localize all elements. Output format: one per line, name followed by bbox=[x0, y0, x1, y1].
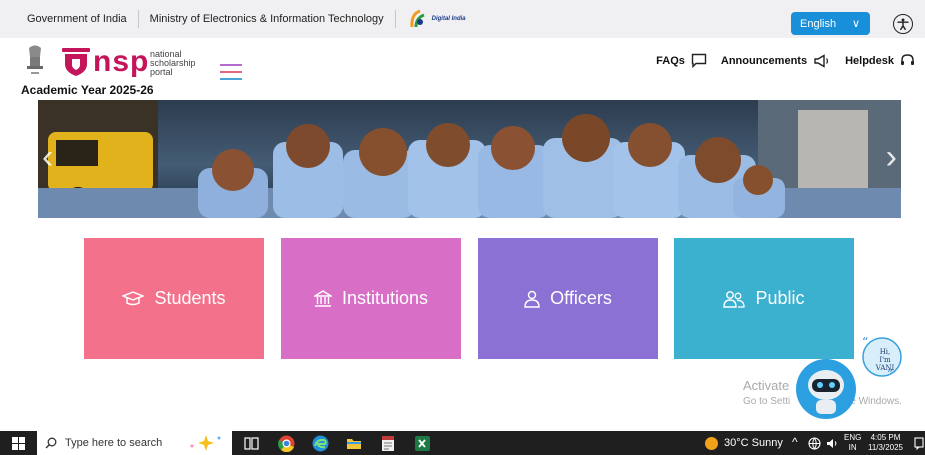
language-select[interactable]: English ∨ bbox=[791, 12, 870, 35]
activate-line2a: Go to Setti bbox=[743, 396, 791, 407]
chat-bubble-icon bbox=[691, 53, 707, 68]
carousel-next-icon[interactable]: › bbox=[886, 140, 897, 174]
chrome-icon[interactable] bbox=[278, 435, 295, 452]
hero-banner-carousel: ‹ › bbox=[38, 100, 901, 218]
user-icon bbox=[524, 290, 540, 308]
search-icon bbox=[45, 437, 57, 449]
clock-date: 11/3/2025 bbox=[868, 443, 903, 452]
announcements-label: Announcements bbox=[720, 54, 808, 67]
divider bbox=[137, 10, 139, 28]
header-links: FAQs Announcements Helpdesk bbox=[656, 53, 915, 68]
announcements-link[interactable]: Announcements bbox=[720, 53, 831, 68]
helpdesk-link[interactable]: Helpdesk bbox=[845, 53, 915, 68]
children-group bbox=[198, 114, 785, 218]
digital-india-logo[interactable]: Digital India bbox=[407, 8, 466, 30]
windows-start-icon[interactable] bbox=[12, 437, 25, 450]
input-language-indicator[interactable]: ENG IN bbox=[844, 433, 861, 453]
hamburger-line bbox=[220, 71, 242, 73]
lang-eng: ENG bbox=[844, 433, 862, 442]
excel-icon[interactable] bbox=[414, 435, 431, 452]
brand-sub-portal: portal bbox=[150, 67, 173, 77]
hamburger-line bbox=[220, 64, 242, 66]
sparkle-highlight-icon[interactable] bbox=[186, 433, 226, 453]
graduation-cap-icon bbox=[122, 290, 145, 305]
chevron-down-icon: ∨ bbox=[851, 18, 860, 30]
tile-institutions[interactable]: Institutions bbox=[281, 238, 461, 359]
faqs-label: FAQs bbox=[656, 54, 685, 67]
headset-icon bbox=[901, 54, 914, 65]
helpdesk-label: Helpdesk bbox=[845, 54, 894, 67]
users-group-icon bbox=[723, 290, 746, 308]
banner-photo bbox=[38, 100, 901, 218]
search-placeholder: Type here to search bbox=[65, 437, 163, 449]
carousel-prev-icon[interactable]: ‹ bbox=[42, 140, 53, 174]
chatbot-greeting-name: I'm VANI bbox=[875, 356, 895, 372]
faqs-link[interactable]: FAQs bbox=[656, 53, 707, 68]
task-view-icon[interactable] bbox=[244, 436, 259, 451]
tile-officers-label: Officers bbox=[550, 288, 612, 308]
menu-hamburger-icon[interactable] bbox=[220, 64, 242, 82]
weather-text[interactable]: 30°C Sunny bbox=[724, 437, 783, 449]
digital-india-text: Digital India bbox=[431, 16, 466, 22]
edge-icon[interactable] bbox=[312, 435, 329, 452]
windows-taskbar: Type here to search 30°C Sunny ^ ENG IN … bbox=[0, 431, 925, 455]
volume-icon[interactable] bbox=[826, 437, 839, 450]
tile-public-label: Public bbox=[755, 288, 805, 308]
lang-in: IN bbox=[848, 443, 857, 452]
chatbot-greeting-hi: Hi, bbox=[879, 348, 891, 356]
national-emblem-icon bbox=[27, 45, 43, 74]
tray-chevron-up-icon[interactable]: ^ bbox=[792, 435, 798, 449]
tile-institutions-label: Institutions bbox=[341, 288, 429, 308]
svg-text:“: “ bbox=[862, 336, 868, 349]
ministry-link[interactable]: Ministry of Electronics & Information Te… bbox=[150, 13, 384, 25]
institution-icon bbox=[313, 289, 332, 307]
weather-sun-icon bbox=[705, 437, 718, 450]
nsp-logo-text[interactable]: nsp bbox=[93, 47, 149, 77]
file-explorer-icon[interactable] bbox=[346, 436, 362, 451]
nsp-logo-subtitle: national scholarship portal bbox=[150, 50, 196, 77]
network-globe-icon[interactable] bbox=[808, 437, 821, 450]
accessibility-icon[interactable] bbox=[893, 14, 913, 34]
notification-icon[interactable] bbox=[914, 437, 924, 450]
language-value: English bbox=[800, 17, 837, 30]
taskbar-clock[interactable]: 4:05 PM 11/3/2025 bbox=[868, 433, 903, 453]
nsp-shield-icon[interactable] bbox=[62, 48, 90, 76]
tile-officers[interactable]: Officers bbox=[478, 238, 658, 359]
digital-india-icon bbox=[410, 9, 425, 28]
vani-chatbot[interactable]: “ ” Hi, I'm VANI bbox=[794, 335, 906, 428]
divider bbox=[394, 10, 396, 28]
academic-year: Academic Year 2025-26 bbox=[21, 83, 154, 97]
gov-link[interactable]: Government of India bbox=[0, 13, 127, 25]
tile-students-label: Students bbox=[154, 288, 226, 308]
site-header: nsp national scholarship portal Academic… bbox=[0, 38, 925, 100]
megaphone-icon bbox=[814, 53, 829, 68]
tile-students[interactable]: Students bbox=[84, 238, 264, 359]
gov-topbar: Government of India Ministry of Electron… bbox=[0, 0, 925, 38]
document-app-icon[interactable] bbox=[380, 435, 396, 452]
hamburger-line bbox=[220, 78, 242, 80]
chatbot-greeting: Hi, I'm VANI bbox=[872, 348, 898, 372]
clock-time: 4:05 PM bbox=[870, 433, 901, 442]
